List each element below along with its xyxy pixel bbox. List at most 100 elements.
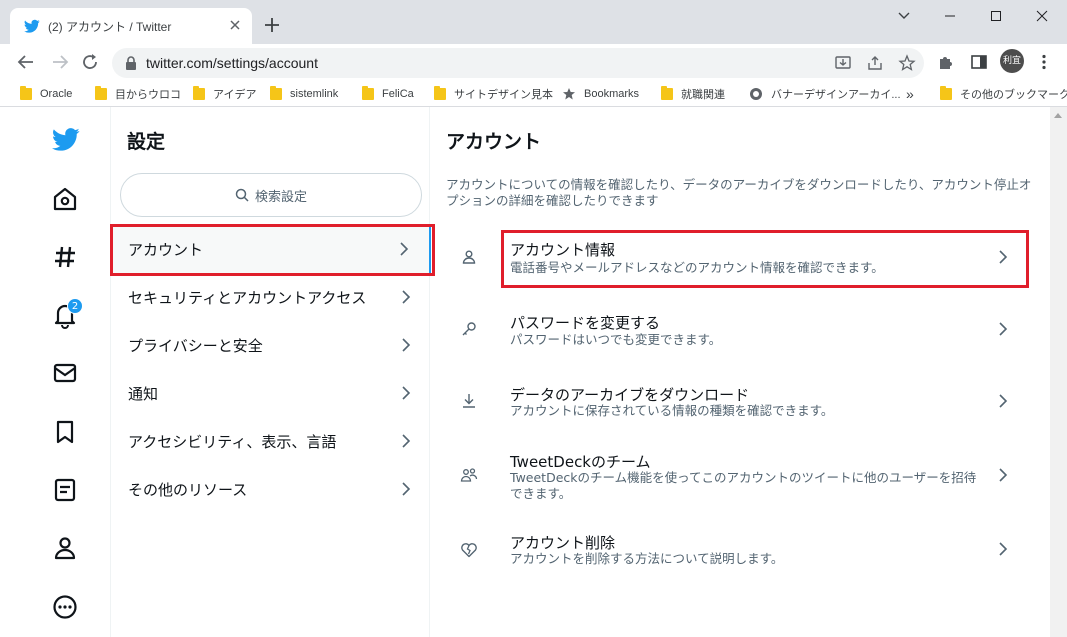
bookmark-label: サイトデザイン見本 xyxy=(454,89,553,101)
bookmarks-bar: Oracle 目からウロコ アイデア sistemlink FeliCa サイト… xyxy=(0,81,1067,107)
settings-item-resources[interactable]: その他のリソース xyxy=(111,465,431,513)
bookmarks-icon[interactable] xyxy=(51,418,79,446)
settings-item-account[interactable]: アカウント xyxy=(111,225,431,273)
bookmark-label: 目からウロコ xyxy=(115,89,181,101)
account-title: アカウント xyxy=(446,131,542,153)
settings-item-notifications[interactable]: 通知 xyxy=(111,369,431,417)
bookmark-oracle[interactable]: Oracle xyxy=(20,85,72,103)
lock-icon[interactable] xyxy=(124,55,138,71)
folder-icon xyxy=(362,86,374,100)
bookmark-label: FeliCa xyxy=(382,88,414,100)
browser-window: (2) アカウント / Twitter twitter.com/settings… xyxy=(0,0,1067,637)
account-row-archive[interactable]: データのアーカイブをダウンロード アカウントに保存されている情報の種類を確認でき… xyxy=(430,374,1030,430)
scroll-up-arrow-icon[interactable] xyxy=(1054,113,1062,118)
tab-title: (2) アカウント / Twitter xyxy=(48,20,172,34)
forward-arrow-icon[interactable] xyxy=(50,52,70,72)
notification-badge: 2 xyxy=(67,298,83,314)
browser-menu-icon[interactable] xyxy=(1035,53,1053,71)
bookmark-mekara[interactable]: 目からウロコ xyxy=(95,85,181,103)
person-icon xyxy=(462,250,476,264)
chevron-right-icon xyxy=(402,290,411,304)
team-icon xyxy=(460,468,478,482)
settings-item-accessibility[interactable]: アクセシビリティ、表示、言語 xyxy=(111,417,431,465)
bookmark-star-icon[interactable] xyxy=(898,54,916,72)
chevron-right-icon xyxy=(999,394,1008,408)
explore-hash-icon[interactable] xyxy=(51,243,79,271)
bookmark-banner-design[interactable]: バナーデザインアーカイ... xyxy=(749,85,901,103)
side-panel-icon[interactable] xyxy=(970,53,988,71)
row-title: TweetDeckのチーム xyxy=(510,453,651,471)
account-row-tweetdeck[interactable]: TweetDeckのチーム TweetDeckのチーム機能を使ってこのアカウント… xyxy=(430,442,1030,508)
url-text[interactable]: twitter.com/settings/account xyxy=(146,55,318,71)
home-icon[interactable] xyxy=(51,185,79,213)
bookmark-sistemlink[interactable]: sistemlink xyxy=(270,85,338,103)
row-subtitle: アカウントを削除する方法について説明します。 xyxy=(510,551,784,566)
bookmark-bookmarks[interactable]: Bookmarks xyxy=(562,85,639,103)
reload-icon[interactable] xyxy=(80,52,100,72)
twitter-primary-nav: 2 xyxy=(0,107,110,637)
share-icon[interactable] xyxy=(866,54,884,72)
bookmark-shushoku[interactable]: 就職関連 xyxy=(661,85,725,103)
bookmark-label: その他のブックマーク xyxy=(960,89,1067,101)
row-subtitle: パスワードはいつでも変更できます。 xyxy=(510,332,722,347)
settings-item-security[interactable]: セキュリティとアカウントアクセス xyxy=(111,273,431,321)
row-title: データのアーカイブをダウンロード xyxy=(510,386,750,404)
maximize-icon[interactable] xyxy=(984,6,1008,26)
profile-avatar[interactable]: 利宜 xyxy=(1000,49,1024,73)
more-icon[interactable] xyxy=(51,593,79,621)
page-scrollbar[interactable] xyxy=(1050,107,1067,637)
close-window-icon[interactable] xyxy=(1030,6,1054,26)
chevron-right-icon xyxy=(999,250,1008,264)
minimize-icon[interactable] xyxy=(938,6,962,26)
account-settings-panel: アカウント アカウントについての情報を確認したり、データのアーカイブをダウンロー… xyxy=(430,107,1050,637)
settings-column: 設定 検索設定 アカウント セキュリティとアカウントアクセス プライバシーと安全 xyxy=(110,107,431,637)
account-row-password[interactable]: パスワードを変更する パスワードはいつでも変更できます。 xyxy=(430,302,1030,358)
twitter-logo-icon[interactable] xyxy=(52,125,80,153)
settings-item-label: セキュリティとアカウントアクセス xyxy=(128,288,367,307)
row-subtitle: TweetDeckのチーム機能を使ってこのアカウントのツイートに他のユーザーを招… xyxy=(510,470,977,501)
browser-tab[interactable]: (2) アカウント / Twitter xyxy=(10,8,252,44)
bookmark-idea[interactable]: アイデア xyxy=(193,85,256,103)
search-placeholder: 検索設定 xyxy=(254,189,307,205)
lists-icon[interactable] xyxy=(51,476,79,504)
bookmark-label: sistemlink xyxy=(290,88,339,100)
bookmark-label: Bookmarks xyxy=(584,88,640,100)
broken-heart-icon xyxy=(461,543,477,558)
extensions-puzzle-icon[interactable] xyxy=(937,53,955,71)
settings-item-label: アカウント xyxy=(128,240,204,259)
chevron-right-icon xyxy=(402,434,411,448)
row-title: アカウント削除 xyxy=(510,534,616,552)
bookmark-felica[interactable]: FeliCa xyxy=(362,85,414,103)
twitter-favicon-icon xyxy=(24,19,40,33)
page-content: 2 設定 検索設定 アカウント セキュリティとアカウントアクセス プライバシーと… xyxy=(0,107,1067,637)
chevron-right-icon xyxy=(999,468,1008,482)
account-row-delete[interactable]: アカウント削除 アカウントを削除する方法について説明します。 xyxy=(430,524,1030,580)
row-title: パスワードを変更する xyxy=(510,314,661,332)
globe-icon xyxy=(750,88,762,100)
install-app-icon[interactable] xyxy=(834,54,852,72)
folder-icon xyxy=(95,86,107,100)
bookmark-label: アイデア xyxy=(213,89,257,101)
key-icon xyxy=(462,322,476,336)
bookmarks-overflow[interactable]: » xyxy=(906,85,914,103)
settings-search-input[interactable]: 検索設定 xyxy=(120,173,422,217)
back-arrow-icon[interactable] xyxy=(16,52,36,72)
row-subtitle: 電話番号やメールアドレスなどのアカウント情報を確認できます。 xyxy=(510,260,884,275)
chevron-right-icon xyxy=(402,386,411,400)
new-tab-icon[interactable] xyxy=(262,15,282,35)
chevron-right-icon xyxy=(402,482,411,496)
other-bookmarks[interactable]: その他のブックマーク xyxy=(940,85,1067,103)
folder-icon xyxy=(20,86,32,100)
messages-mail-icon[interactable] xyxy=(51,359,79,387)
account-row-info[interactable]: アカウント情報 電話番号やメールアドレスなどのアカウント情報を確認できます。 xyxy=(430,227,1030,287)
settings-item-privacy[interactable]: プライバシーと安全 xyxy=(111,321,431,369)
star-icon xyxy=(563,88,575,100)
chevron-right-icon xyxy=(402,338,411,352)
close-tab-icon[interactable] xyxy=(226,16,244,34)
address-bar[interactable]: twitter.com/settings/account xyxy=(112,48,924,78)
settings-item-label: 通知 xyxy=(128,384,159,403)
settings-title: 設定 xyxy=(127,131,166,153)
tab-search-chevron-icon[interactable] xyxy=(892,6,916,26)
profile-icon[interactable] xyxy=(51,534,79,562)
bookmark-site-design[interactable]: サイトデザイン見本 xyxy=(434,85,553,103)
